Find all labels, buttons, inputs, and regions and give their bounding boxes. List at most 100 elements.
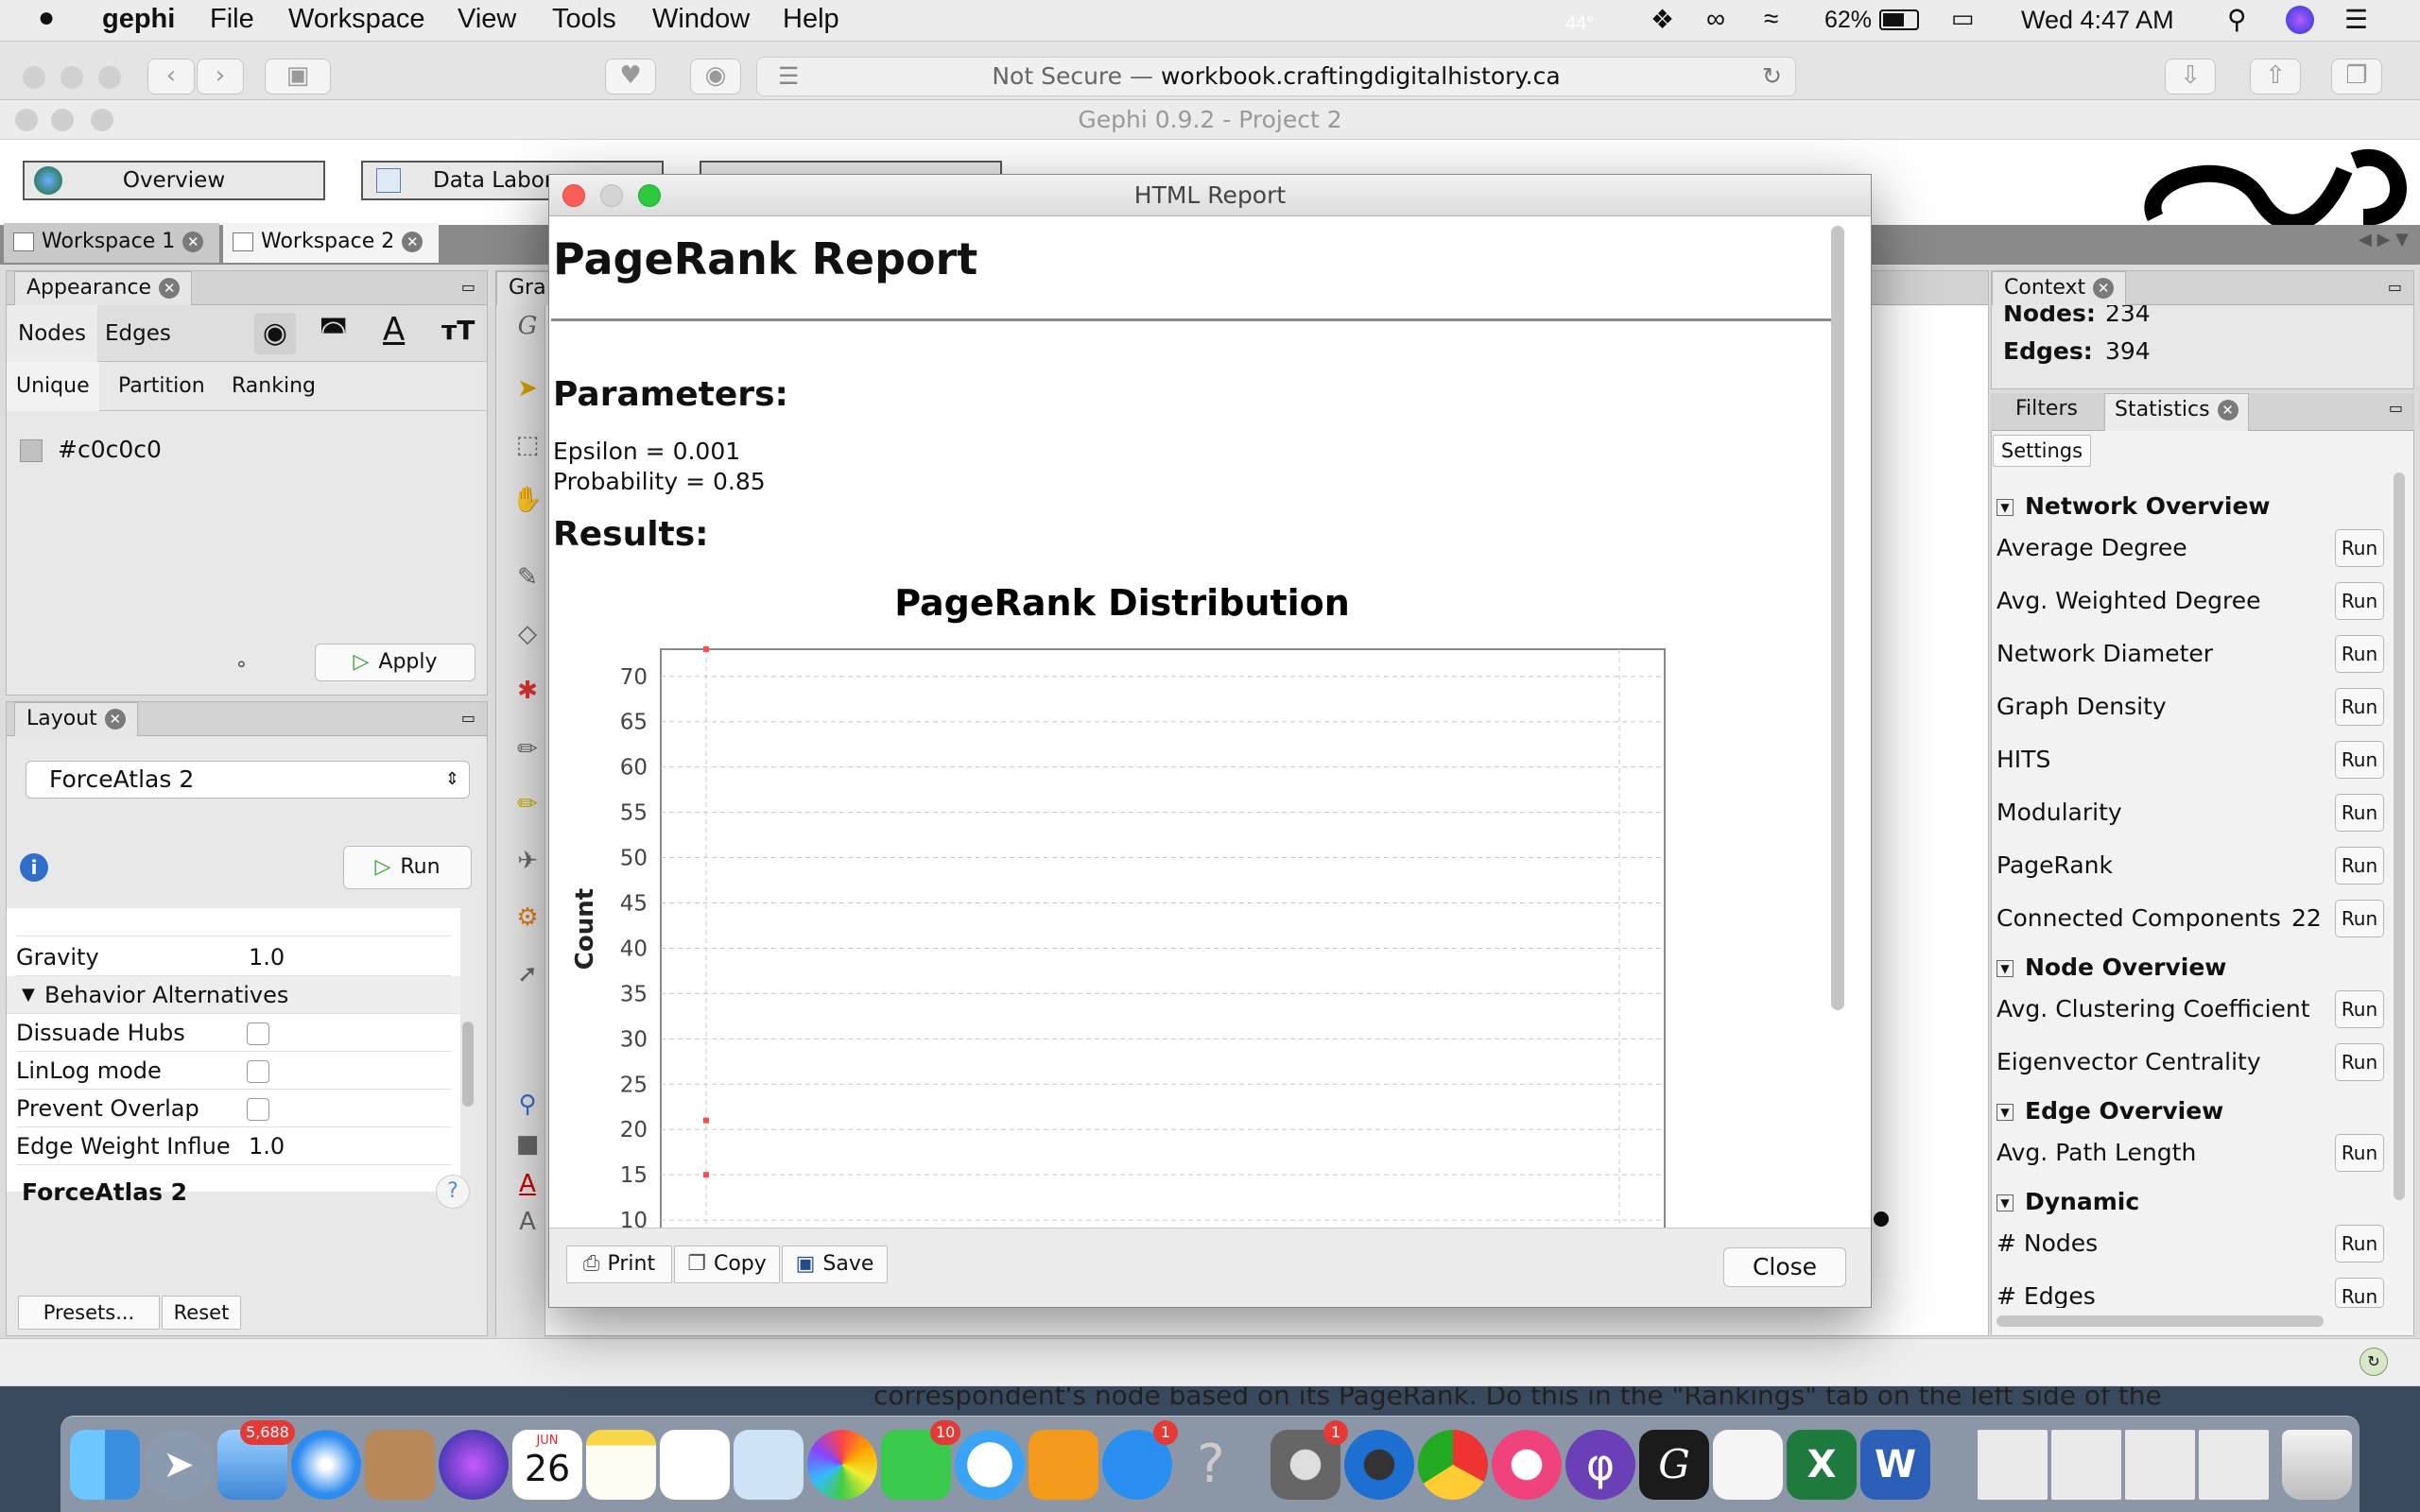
extension-icon[interactable]: ♥ (605, 59, 656, 94)
tab-scroll-controls[interactable]: ◀ ▶ ▼ (2259, 221, 2420, 259)
run-average-degree-button[interactable]: Run (2335, 529, 2384, 567)
property-edge-weight[interactable]: Edge Weight Influe 1.0 (16, 1127, 451, 1165)
browser-zoom-button[interactable] (98, 66, 121, 89)
appearance-title[interactable]: Appearance ✕ (14, 271, 193, 305)
notifications-icon[interactable]: ↻ (2360, 1348, 2388, 1376)
gephi-dock-icon[interactable]: G (1639, 1430, 1709, 1500)
section-node-overview[interactable]: ▼ Node Overview (1996, 949, 2226, 987)
word-icon[interactable]: W (1860, 1430, 1930, 1500)
minimize-panel-icon[interactable]: ▭ (2389, 399, 2403, 417)
heatmap-icon[interactable]: ✱ (510, 677, 544, 711)
run-dynamic-nodes-button[interactable]: Run (2335, 1225, 2384, 1263)
dialog-zoom-button[interactable] (638, 184, 661, 207)
itunes-icon[interactable] (1492, 1430, 1562, 1500)
safari-icon[interactable] (291, 1430, 361, 1500)
tab-workspace-1[interactable]: Workspace 1 ✕ (4, 223, 219, 263)
wifi-icon[interactable]: ≈ (1764, 4, 1778, 34)
reset-button[interactable]: Reset (162, 1296, 241, 1330)
apple-icon[interactable]: ● (38, 2, 55, 34)
tab-workspace-2[interactable]: Workspace 2 ✕ (223, 223, 439, 263)
finder-icon[interactable] (70, 1430, 140, 1500)
reload-icon[interactable]: ↻ (1762, 58, 1782, 95)
trash-icon[interactable] (2282, 1430, 2352, 1500)
minimized-window-3-icon[interactable] (2125, 1430, 2195, 1500)
clock[interactable]: Wed 4:47 AM (2021, 6, 2174, 35)
properties-scrollbar[interactable] (462, 1022, 474, 1107)
menu-file[interactable]: File (210, 4, 254, 35)
battery-icon[interactable] (1879, 9, 1919, 30)
minimized-window-4-icon[interactable] (2199, 1430, 2269, 1500)
layout-title[interactable]: Layout ✕ (14, 702, 138, 736)
print-button[interactable]: ⎙ Print (566, 1246, 672, 1283)
palette-icon[interactable]: ◉ (254, 313, 296, 354)
checkbox[interactable] (247, 1098, 269, 1121)
tab-filters[interactable]: Filters (2015, 397, 2078, 421)
statistics-horizontal-scrollbar[interactable] (1996, 1315, 2324, 1327)
app-menu[interactable]: gephi (102, 4, 175, 35)
airplane-icon[interactable]: ✈ (510, 847, 544, 881)
photos-icon[interactable] (807, 1430, 877, 1500)
tabs-icon[interactable]: ❐ (2331, 59, 2382, 94)
reminders-icon[interactable] (660, 1430, 730, 1500)
run-avg-path-length-button[interactable]: Run (2335, 1134, 2384, 1172)
tab-nodes[interactable]: Nodes (7, 305, 98, 362)
menu-workspace[interactable]: Workspace (288, 4, 425, 35)
reader-icon[interactable]: ☰ (778, 58, 799, 95)
creative-cloud-icon[interactable]: ∞ (1706, 4, 1725, 34)
context-title[interactable]: Context ✕ (1992, 271, 2127, 305)
zoom-icon[interactable]: ⚲ (510, 1091, 544, 1125)
textedit-icon[interactable] (1713, 1430, 1783, 1500)
siri-dock-icon[interactable] (439, 1430, 509, 1500)
browser-minimize-button[interactable] (60, 66, 83, 89)
pencil-icon[interactable]: ✏ (510, 735, 544, 769)
chrome-icon[interactable] (1418, 1430, 1488, 1500)
close-panel-icon[interactable]: ✕ (159, 278, 181, 299)
tab-edges[interactable]: Edges (105, 305, 171, 362)
help-icon[interactable]: ? (436, 1175, 470, 1209)
diamond-icon[interactable]: ◇ (510, 620, 544, 654)
dropbox-icon[interactable]: ❖ (1651, 4, 1674, 35)
drag-hand-icon[interactable]: ✋ (510, 486, 544, 520)
save-button[interactable]: ▣ Save (782, 1246, 888, 1283)
run-hits-button[interactable]: Run (2335, 741, 2384, 779)
font-icon[interactable]: A (510, 1208, 544, 1242)
minimize-panel-icon[interactable]: ▭ (2388, 271, 2402, 303)
tab-unique[interactable]: Unique (7, 362, 99, 411)
apply-button[interactable]: ▷ Apply (315, 644, 475, 681)
run-layout-button[interactable]: ▷ Run (343, 846, 472, 889)
spotlight-search-icon[interactable]: ⚲ (2227, 4, 2247, 35)
run-graph-density-button[interactable]: Run (2335, 688, 2384, 726)
report-vertical-scrollbar[interactable] (1831, 226, 1844, 1010)
run-avg-weighted-degree-button[interactable]: Run (2335, 582, 2384, 620)
downloads-icon[interactable]: ⇩ (2165, 59, 2216, 94)
run-pagerank-button[interactable]: Run (2335, 847, 2384, 885)
run-modularity-button[interactable]: Run (2335, 794, 2384, 832)
quicktime-icon[interactable] (1344, 1430, 1414, 1500)
gephi-close-button[interactable] (15, 109, 38, 131)
minimized-window-1-icon[interactable] (1978, 1430, 2048, 1500)
menu-window[interactable]: Window (652, 4, 750, 35)
section-edge-overview[interactable]: ▼ Edge Overview (1996, 1092, 2223, 1130)
rectangle-select-icon[interactable]: ⬚ (510, 431, 544, 465)
painter-icon[interactable]: ✎ (510, 563, 544, 597)
checkbox[interactable] (247, 1022, 269, 1045)
address-bar[interactable]: ☰ Not Secure — workbook.craftingdigitalh… (756, 57, 1796, 96)
font-color-icon[interactable]: A (510, 1170, 544, 1204)
edge-pencil-icon[interactable]: ✏ (510, 790, 544, 824)
browser-close-button[interactable] (23, 66, 45, 89)
run-eigenvector-button[interactable]: Run (2335, 1043, 2384, 1081)
dialog-minimize-button[interactable] (600, 184, 623, 207)
messages-icon[interactable] (955, 1430, 1025, 1500)
airplay-icon[interactable]: ▭ (1951, 4, 1975, 33)
grammarly-icon[interactable]: ◉ (690, 59, 741, 94)
back-button[interactable]: ‹ (147, 59, 195, 94)
launchpad-icon[interactable]: ➤ (144, 1430, 214, 1500)
section-network-overview[interactable]: ▼ Network Overview (1996, 488, 2271, 525)
sun-icon[interactable]: ⚙ (510, 903, 544, 937)
tab-ranking[interactable]: Ranking (232, 362, 316, 411)
minimize-panel-icon[interactable]: ▭ (461, 271, 475, 303)
statistics-vertical-scrollbar[interactable] (2394, 472, 2405, 1200)
gephi-minimize-button[interactable] (51, 109, 74, 131)
close-tab-icon[interactable]: ✕ (182, 232, 204, 252)
close-panel-icon[interactable]: ✕ (104, 709, 126, 730)
